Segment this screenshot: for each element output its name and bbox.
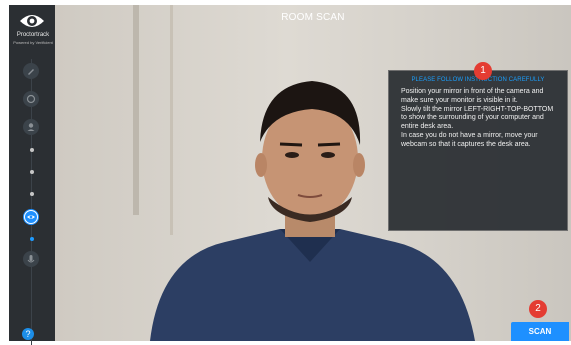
brand-name: Proctortrack	[16, 32, 50, 38]
instructions-text: Position your mirror in front of the cam…	[401, 88, 554, 148]
pencil-icon	[28, 69, 34, 75]
step-pencil[interactable]	[23, 63, 39, 79]
eye-logo-icon	[19, 11, 45, 31]
progress-dot	[30, 148, 34, 152]
room-scan-screen: Proctortrack Powered by Verificient ? RO…	[0, 0, 571, 345]
step-room-scan-active[interactable]	[23, 209, 39, 225]
sidebar: Proctortrack Powered by Verificient ?	[9, 5, 55, 345]
step-badge-2: 2	[529, 300, 547, 318]
step-badge-1: 1	[474, 62, 492, 80]
page-title: ROOM SCAN	[281, 12, 345, 23]
microphone-icon	[27, 255, 35, 263]
camera-check-icon	[26, 94, 36, 104]
step-microphone[interactable]	[23, 251, 39, 267]
brand: Proctortrack Powered by Verificient	[11, 32, 55, 46]
progress-dot	[30, 192, 34, 196]
user-icon	[27, 123, 35, 131]
progress-dot-active	[30, 237, 34, 241]
instructions-panel: PLEASE FOLLOW INSTRUCTION CAREFULLY Posi…	[388, 70, 568, 231]
brand-tagline: Powered by Verificient	[13, 40, 53, 45]
step-user[interactable]	[23, 119, 39, 135]
step-camera[interactable]	[23, 91, 39, 107]
help-button[interactable]: ?	[22, 328, 34, 340]
eye-icon	[24, 210, 38, 224]
scan-button[interactable]: SCAN	[511, 322, 569, 341]
progress-dot	[30, 170, 34, 174]
